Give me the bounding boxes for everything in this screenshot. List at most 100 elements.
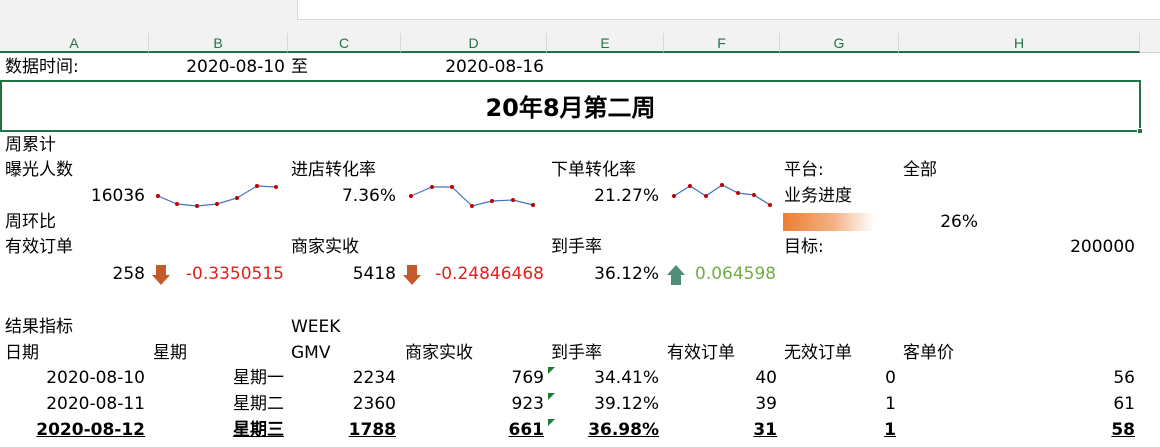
column-header-a[interactable]: A [0, 33, 149, 53]
sparkline-point [511, 198, 515, 202]
weekly-section-label[interactable]: 周累计 [5, 134, 56, 156]
sparkline-point [175, 202, 179, 206]
sparkline-point [752, 193, 756, 197]
sparkline-point [409, 194, 413, 198]
sparkline-point [720, 183, 724, 187]
header-date[interactable]: 日期 [5, 342, 39, 364]
row-date[interactable]: 2020-08-12 [5, 419, 145, 441]
row-merchant[interactable]: 923 [405, 393, 544, 415]
row-date[interactable]: 2020-08-11 [5, 393, 145, 415]
arrival-rate-change[interactable]: 0.064598 [695, 263, 776, 285]
valid-orders-label[interactable]: 有效订单 [5, 236, 73, 258]
column-header-f[interactable]: F [664, 33, 780, 53]
sparkline-point [490, 199, 494, 203]
report-title: 20年8月第二周 [485, 94, 656, 122]
target-label[interactable]: 目标: [784, 236, 824, 258]
header-weekday[interactable]: 星期 [153, 342, 187, 364]
week-label[interactable]: WEEK [291, 316, 340, 338]
row-weekday[interactable]: 星期一 [150, 367, 284, 389]
column-header-g[interactable]: G [780, 33, 899, 53]
results-section-label[interactable]: 结果指标 [5, 316, 73, 338]
data-time-label[interactable]: 数据时间: [5, 56, 79, 78]
sparkline-point [215, 202, 219, 206]
store-conversion-label[interactable]: 进店转化率 [291, 159, 376, 181]
row-avg-price[interactable]: 56 [903, 367, 1135, 389]
arrival-rate-value[interactable]: 36.12% [551, 263, 659, 285]
store-conversion-sparkline [409, 185, 535, 208]
sparkline-point [704, 194, 708, 198]
formula-bar-input[interactable] [297, 0, 1160, 20]
row-merchant[interactable]: 769 [405, 367, 544, 389]
down-arrow-icon [403, 265, 421, 285]
sparkline-point [688, 184, 692, 188]
header-merchant[interactable]: 商家实收 [405, 342, 473, 364]
row-valid-orders[interactable]: 31 [667, 419, 777, 441]
row-avg-price[interactable]: 61 [903, 393, 1135, 415]
exposure-value[interactable]: 16036 [5, 185, 145, 207]
to-label[interactable]: 至 [291, 56, 308, 78]
order-conversion-value[interactable]: 21.27% [551, 185, 659, 207]
sparkline-point [430, 185, 434, 189]
exposure-sparkline [156, 184, 278, 208]
row-date[interactable]: 2020-08-10 [5, 367, 145, 389]
toolbar-area [0, 0, 1160, 33]
merchant-income-change[interactable]: -0.24846468 [420, 263, 544, 285]
column-header-c[interactable]: C [288, 33, 401, 53]
sparkline-point [736, 191, 740, 195]
valid-orders-value[interactable]: 258 [5, 263, 145, 285]
row-arrival[interactable]: 34.41% [551, 367, 659, 389]
sparkline-point [156, 194, 160, 198]
down-arrow-icon [152, 265, 170, 285]
wow-section-label[interactable]: 周环比 [5, 211, 56, 233]
row-avg-price[interactable]: 58 [903, 419, 1135, 441]
merchant-income-value[interactable]: 5418 [291, 263, 396, 285]
sparkline-point [768, 203, 772, 207]
row-valid-orders[interactable]: 40 [667, 367, 777, 389]
order-conversion-sparkline [672, 183, 772, 207]
merchant-income-label[interactable]: 商家实收 [291, 236, 359, 258]
sparkline-point [195, 204, 199, 208]
header-valid-orders[interactable]: 有效订单 [667, 342, 735, 364]
sparkline-point [235, 196, 239, 200]
exposure-label[interactable]: 曝光人数 [5, 159, 73, 181]
column-header-e[interactable]: E [547, 33, 664, 53]
header-avg-price[interactable]: 客单价 [903, 342, 954, 364]
fill-handle[interactable] [1137, 128, 1143, 134]
row-merchant[interactable]: 661 [405, 419, 545, 441]
header-gmv[interactable]: GMV [291, 342, 330, 364]
row-invalid-orders[interactable]: 0 [784, 367, 896, 389]
sparkline-point [470, 204, 474, 208]
row-gmv[interactable]: 2234 [291, 367, 396, 389]
valid-orders-change[interactable]: -0.3350515 [170, 263, 284, 285]
column-header-h[interactable]: H [899, 33, 1140, 53]
end-date-cell[interactable]: 2020-08-16 [402, 56, 544, 78]
title-cell[interactable]: 20年8月第二周 [0, 80, 1143, 134]
target-value[interactable]: 200000 [1000, 236, 1135, 258]
sparkline-point [531, 203, 535, 207]
progress-value[interactable]: 26% [880, 211, 978, 233]
row-arrival[interactable]: 36.98% [551, 419, 659, 441]
row-invalid-orders[interactable]: 1 [784, 419, 896, 441]
header-invalid-orders[interactable]: 无效订单 [784, 342, 852, 364]
arrival-rate-label[interactable]: 到手率 [551, 236, 602, 258]
sparkline-point [274, 185, 278, 189]
column-header-d[interactable]: D [401, 33, 547, 53]
row-invalid-orders[interactable]: 1 [784, 393, 896, 415]
row-valid-orders[interactable]: 39 [667, 393, 777, 415]
order-conversion-label[interactable]: 下单转化率 [551, 159, 636, 181]
row-weekday[interactable]: 星期二 [150, 393, 284, 415]
row-gmv[interactable]: 1788 [291, 419, 396, 441]
header-arrival[interactable]: 到手率 [551, 342, 602, 364]
start-date-cell[interactable]: 2020-08-10 [150, 56, 285, 78]
platform-label[interactable]: 平台: [784, 159, 824, 181]
progress-label[interactable]: 业务进度 [784, 185, 852, 207]
store-conversion-value[interactable]: 7.36% [291, 185, 396, 207]
progress-bar [783, 213, 874, 231]
sparkline-point [672, 194, 676, 198]
row-weekday[interactable]: 星期三 [150, 419, 284, 441]
row-gmv[interactable]: 2360 [291, 393, 396, 415]
up-arrow-icon [667, 265, 685, 285]
platform-value[interactable]: 全部 [903, 159, 937, 181]
column-header-b[interactable]: B [149, 33, 288, 53]
row-arrival[interactable]: 39.12% [551, 393, 659, 415]
